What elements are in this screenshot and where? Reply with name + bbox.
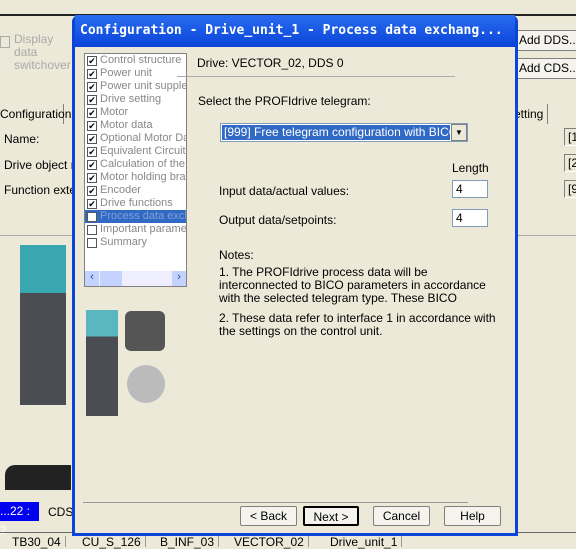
step-label: Equivalent Circuit bbox=[100, 145, 186, 157]
checkbox-checked-icon: ✔ bbox=[87, 107, 97, 118]
output-data-label: Output data/setpoints: bbox=[219, 213, 337, 227]
step-label: Process data exchange bbox=[100, 210, 186, 222]
step-item[interactable]: Important parameters bbox=[85, 223, 186, 236]
motor-image-2 bbox=[127, 365, 165, 403]
scroll-thumb[interactable] bbox=[100, 271, 122, 286]
note-2: 2. These data refer to interface 1 in ac… bbox=[219, 311, 496, 338]
step-label: Drive functions bbox=[100, 197, 173, 209]
horizontal-scrollbar[interactable]: ‹ › bbox=[85, 271, 186, 286]
select-telegram-label: Select the PROFIdrive telegram: bbox=[198, 94, 371, 108]
checkbox-checked-icon: ✔ bbox=[87, 120, 97, 131]
step-item[interactable]: ✔ Power unit bbox=[85, 67, 186, 80]
step-label: Power unit supplementary bbox=[100, 80, 187, 92]
scroll-left-icon[interactable]: ‹ bbox=[85, 271, 99, 286]
step-item[interactable]: ✔Motor holding brake bbox=[85, 171, 186, 184]
tab-setting[interactable]: etting bbox=[514, 104, 548, 124]
checkbox-checked-icon: ✔ bbox=[87, 81, 97, 92]
step-label: Motor bbox=[100, 106, 129, 118]
next-button[interactable]: Next > bbox=[303, 506, 359, 526]
note-1: 1. The PROFIdrive process data will be i… bbox=[219, 266, 486, 305]
step-item[interactable]: ✔ Encoder bbox=[85, 184, 186, 197]
step-label: Control structure bbox=[100, 54, 182, 66]
step-label: Motor data bbox=[100, 119, 153, 131]
checkbox-checked-icon: ✔ bbox=[87, 94, 97, 105]
step-label: Power unit bbox=[100, 67, 152, 79]
telegram-dropdown[interactable]: [999] Free telegram configuration with B… bbox=[220, 123, 468, 142]
chevron-down-icon[interactable]: ▼ bbox=[451, 124, 467, 141]
step-item[interactable]: ✔ Motor data bbox=[85, 119, 186, 132]
checkbox-checked-icon: ✔ bbox=[87, 185, 97, 196]
step-label: Summary bbox=[100, 236, 148, 248]
step-item[interactable]: ✔ Calculation of the bbox=[85, 158, 186, 171]
step-item[interactable]: ✔ Drive setting bbox=[85, 93, 186, 106]
checkbox-checked-icon: ✔ bbox=[87, 159, 97, 170]
step-label: Motor holding brake bbox=[100, 171, 186, 183]
input-data-label: Input data/actual values: bbox=[219, 184, 350, 198]
checkbox-empty-icon bbox=[87, 237, 97, 248]
checkbox-checked-icon: ✔ bbox=[87, 133, 97, 144]
display-data-switchover-label: Display data switchover bbox=[14, 32, 71, 72]
cancel-button[interactable]: Cancel bbox=[373, 506, 430, 526]
display-data-switchover-checkbox[interactable] bbox=[0, 36, 10, 48]
taskbar-item-drive-unit[interactable]: Drive_unit_1 bbox=[330, 536, 403, 548]
configuration-dialog: Configuration - Drive_unit_1 - Process d… bbox=[72, 15, 518, 536]
step-item[interactable]: ✔ Drive functions bbox=[85, 197, 186, 210]
checkbox-empty-icon bbox=[87, 224, 97, 235]
motor-image-1 bbox=[125, 311, 165, 351]
step-label: Important parameters bbox=[100, 223, 187, 235]
index-field[interactable]: ...22 : 2 bbox=[0, 502, 39, 537]
dialog-title: Configuration - Drive_unit_1 - Process d… bbox=[75, 15, 515, 47]
name-label: Name: bbox=[4, 132, 40, 146]
step-item[interactable]: Process data exchange bbox=[85, 210, 186, 223]
steps-list[interactable]: ✔ Control structure ✔ Power unit ✔ Power unit… bbox=[84, 53, 187, 287]
footer-divider bbox=[83, 502, 468, 503]
sinamics-image bbox=[86, 310, 118, 416]
step-item[interactable]: ✔ Control structure bbox=[85, 54, 186, 67]
scroll-right-icon[interactable]: › bbox=[172, 271, 186, 286]
step-item[interactable]: ✔Power unit supplementary bbox=[85, 80, 186, 93]
step-label: Drive setting bbox=[100, 93, 162, 105]
help-button[interactable]: Help bbox=[444, 506, 501, 526]
tab-configuration[interactable]: Configuration bbox=[0, 104, 71, 124]
add-cds-button[interactable]: Add CDS... bbox=[514, 58, 576, 79]
checkbox-checked-icon: ✔ bbox=[87, 55, 97, 66]
step-label: Calculation of the bbox=[100, 158, 185, 170]
checkbox-checked-icon: ✔ bbox=[87, 146, 97, 157]
step-item[interactable]: ✔Optional Motor Data bbox=[85, 132, 186, 145]
taskbar-item-binf[interactable]: B_INF_03 bbox=[160, 536, 220, 548]
header-divider bbox=[177, 76, 455, 77]
motor-image bbox=[5, 465, 71, 490]
taskbar-item-vector[interactable]: VECTOR_02 bbox=[234, 536, 309, 548]
cds-label: CDS bbox=[48, 505, 74, 519]
drive-image bbox=[20, 245, 66, 405]
checkbox-checked-icon: ✔ bbox=[87, 198, 97, 209]
drive-label: Drive: VECTOR_02, DDS 0 bbox=[197, 56, 344, 70]
drive-object-field[interactable]: [20] Sp bbox=[564, 154, 576, 172]
step-item[interactable]: ✔ Motor bbox=[85, 106, 186, 119]
taskbar-item-cu[interactable]: CU_S_126 bbox=[82, 536, 146, 548]
step-label: Encoder bbox=[100, 184, 141, 196]
length-label: Length bbox=[452, 161, 489, 175]
name-field[interactable]: [12] VE bbox=[564, 128, 576, 146]
function-label: Function exter bbox=[4, 183, 81, 197]
checkbox-checked-icon: ✔ bbox=[87, 68, 97, 79]
step-item[interactable]: ✔ Equivalent Circuit bbox=[85, 145, 186, 158]
add-dds-button[interactable]: Add DDS... bbox=[514, 30, 576, 51]
checkbox-empty-icon bbox=[87, 211, 97, 222]
step-item[interactable]: Summary bbox=[85, 236, 186, 249]
notes-label: Notes: bbox=[219, 248, 254, 262]
output-data-length-field[interactable]: 4 bbox=[452, 209, 488, 227]
drive-object-label: Drive object n bbox=[4, 158, 78, 172]
back-button[interactable]: < Back bbox=[240, 506, 297, 526]
checkbox-checked-icon: ✔ bbox=[87, 172, 97, 183]
step-label: Optional Motor Data bbox=[100, 132, 186, 144]
taskbar-item-tb30[interactable]: TB30_04 bbox=[12, 536, 66, 548]
function-field[interactable]: [999] Fr bbox=[564, 180, 576, 198]
telegram-selected: [999] Free telegram configuration with B… bbox=[221, 124, 459, 141]
input-data-length-field[interactable]: 4 bbox=[452, 180, 488, 198]
